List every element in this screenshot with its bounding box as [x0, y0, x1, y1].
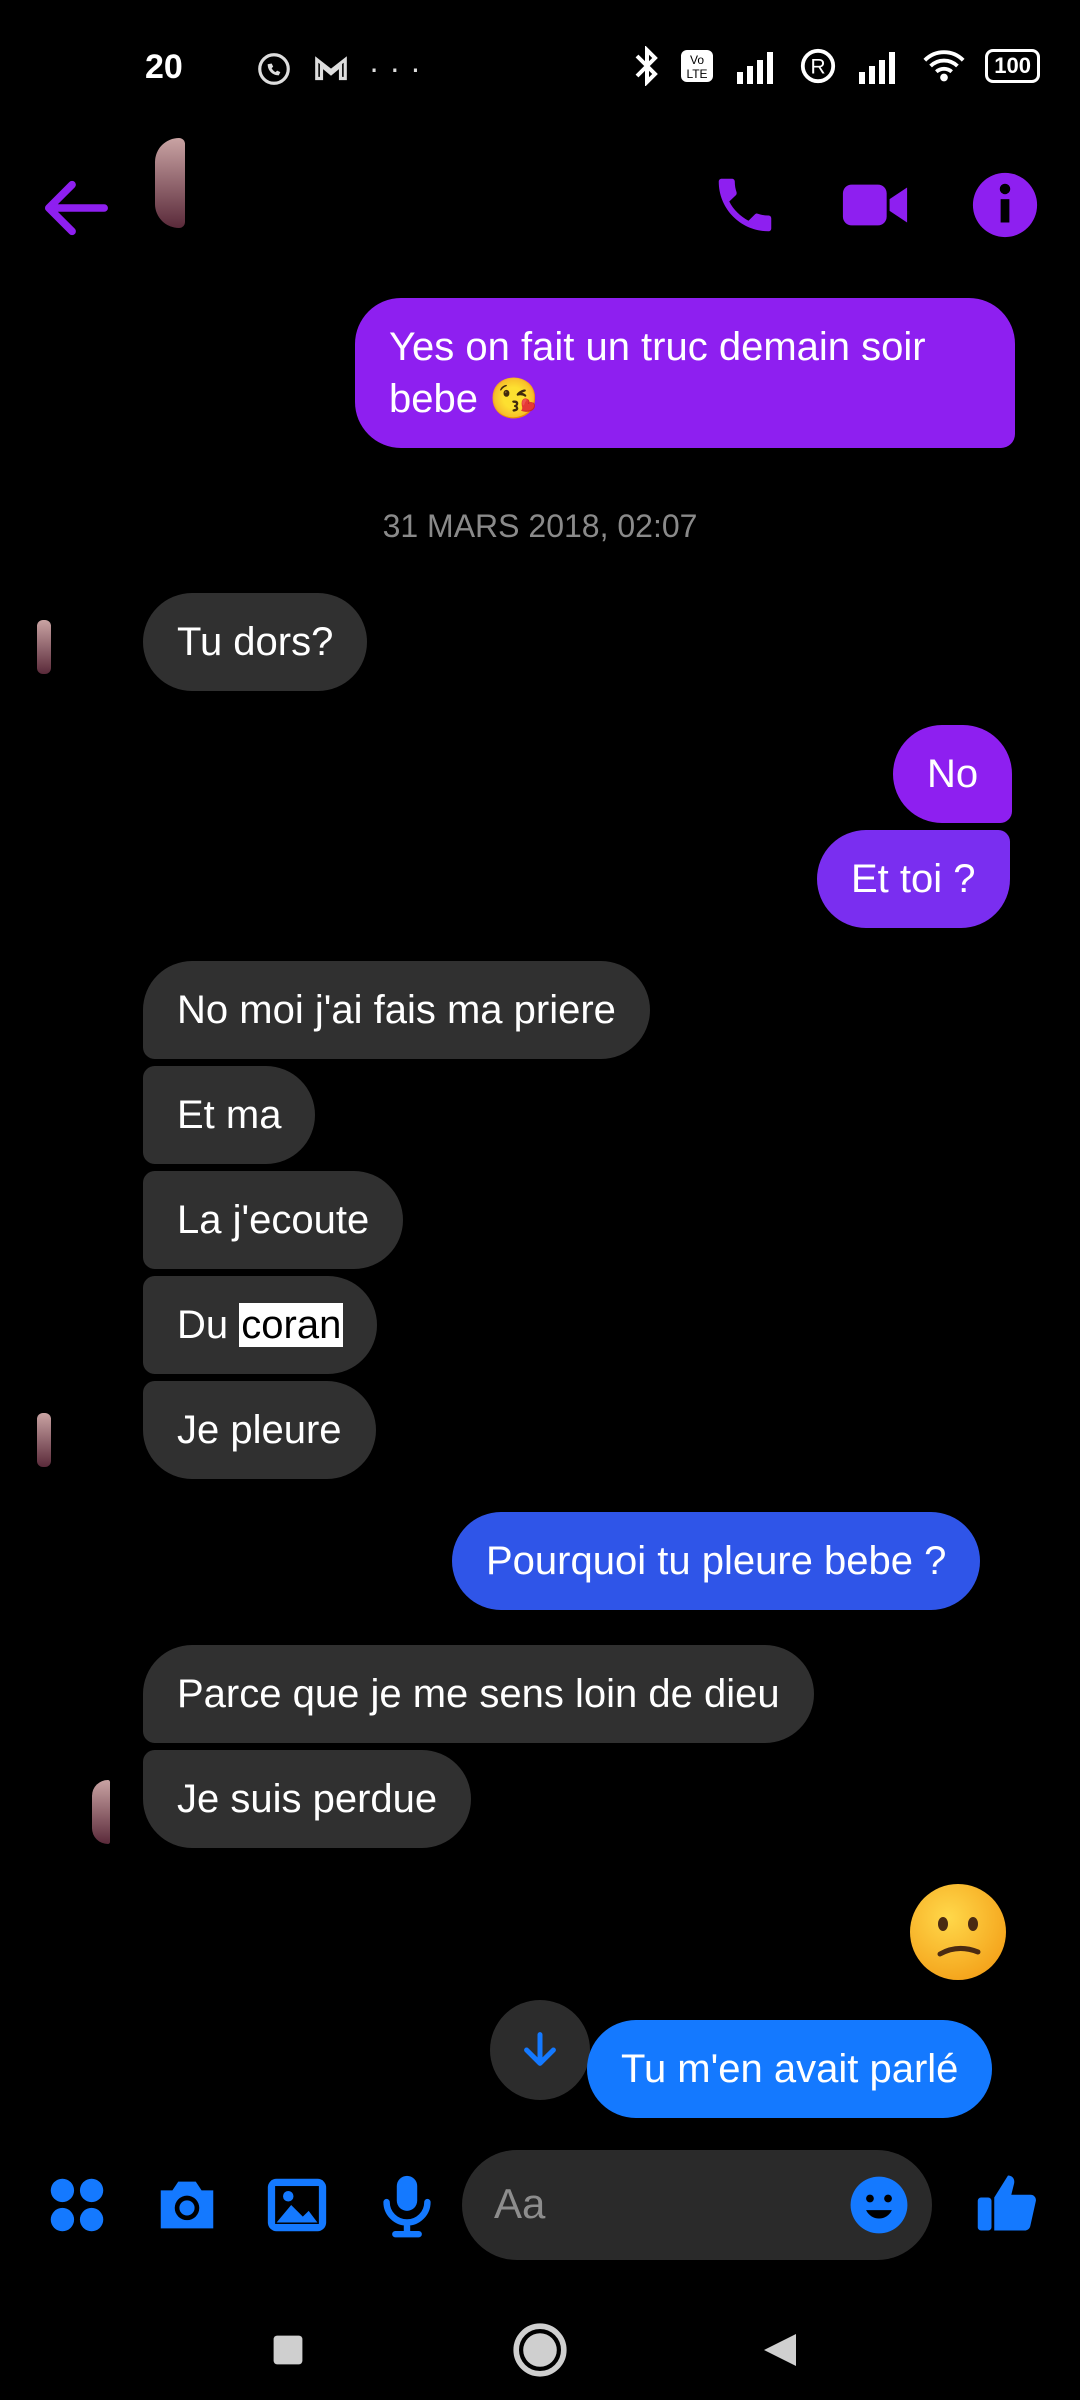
message-text: Tu dors? — [177, 620, 334, 664]
camera-icon[interactable] — [152, 2170, 222, 2240]
message-text: Pourquoi tu pleure bebe ? — [486, 1539, 947, 1583]
volte-icon: VoLTE — [681, 50, 714, 82]
gmail-icon — [315, 55, 347, 80]
message-text: No — [927, 752, 979, 796]
apps-icon[interactable] — [42, 2170, 112, 2240]
selected-text-highlight: coran — [239, 1303, 344, 1347]
gallery-icon[interactable] — [262, 2170, 332, 2240]
message-text: Yes on fait un truc demain soir bebe 😘 — [389, 325, 926, 421]
message-bubble-outgoing[interactable]: Yes on fait un truc demain soir bebe 😘 — [355, 298, 1015, 448]
message-text: Tu m'en avait parlé — [621, 2047, 959, 2091]
back-icon[interactable] — [760, 2330, 800, 2370]
message-text: Je pleure — [177, 1408, 342, 1452]
message-bubble-incoming[interactable]: Tu dors? — [143, 593, 368, 691]
confused-face-emoji[interactable] — [908, 1882, 1008, 1982]
message-text: Parce que je me sens loin de dieu — [177, 1672, 780, 1716]
message-bubble-outgoing[interactable]: Pourquoi tu pleure bebe ? — [452, 1512, 981, 1610]
message-bubble-incoming[interactable]: Je suis perdue — [143, 1750, 472, 1848]
date-separator: 31 MARS 2018, 02:07 — [382, 508, 698, 544]
bluetooth-icon — [635, 46, 659, 86]
message-text: Je suis perdue — [177, 1777, 438, 1821]
signal-icon — [859, 52, 896, 84]
wifi-icon — [923, 50, 965, 82]
message-bubble-outgoing[interactable]: No — [893, 725, 1013, 823]
roaming-icon: R — [801, 48, 836, 84]
signal-icon — [737, 52, 774, 84]
recents-icon[interactable] — [270, 2332, 306, 2368]
notification-icons: ··· — [245, 48, 431, 88]
header-actions — [710, 170, 1040, 240]
message-text: La j'ecoute — [177, 1198, 370, 1242]
svg-text:R: R — [811, 56, 826, 79]
message-bubble-incoming[interactable]: Du coran — [143, 1276, 378, 1374]
system-nav-bar — [0, 2280, 1080, 2400]
emoji-icon[interactable] — [848, 2174, 910, 2236]
message-bubble-incoming[interactable]: No moi j'ai fais ma priere — [143, 961, 650, 1059]
more-icon: ··· — [368, 50, 431, 87]
contact-avatar[interactable] — [155, 138, 185, 228]
contact-avatar — [37, 620, 51, 674]
status-bar: 20 ··· Vo LTE R 100 — [0, 0, 1080, 140]
message-bubble-incoming[interactable]: La j'ecoute — [143, 1171, 404, 1269]
status-time: 20 — [145, 48, 183, 86]
message-bubble-incoming[interactable]: Et ma — [143, 1066, 316, 1164]
home-icon[interactable] — [512, 2322, 568, 2378]
video-icon[interactable] — [840, 170, 910, 240]
contact-avatar — [37, 1413, 51, 1467]
message-bubble-outgoing[interactable]: Et toi ? — [817, 830, 1010, 928]
message-text: No moi j'ai fais ma priere — [177, 988, 616, 1032]
message-text: Et ma — [177, 1093, 282, 1137]
thumbs-up-icon[interactable] — [975, 2170, 1041, 2236]
back-arrow-icon[interactable] — [40, 178, 110, 238]
arrow-down-icon — [524, 2032, 556, 2066]
message-bubble-outgoing[interactable]: Tu m'en avait parlé — [587, 2020, 993, 2118]
mic-icon[interactable] — [372, 2170, 442, 2240]
message-text: Et toi ? — [851, 857, 976, 901]
whatsapp-icon — [258, 52, 290, 85]
message-input[interactable]: Aa — [462, 2150, 932, 2260]
message-bubble-incoming[interactable]: Je pleure — [143, 1381, 376, 1479]
composer-bar: Aa — [0, 2140, 1080, 2270]
phone-icon[interactable] — [710, 170, 780, 240]
svg-text:LTE: LTE — [687, 67, 708, 81]
battery-indicator: 100 — [985, 49, 1040, 83]
info-icon[interactable] — [970, 170, 1040, 240]
scroll-down-button[interactable] — [490, 2000, 590, 2100]
svg-text:Vo: Vo — [690, 53, 704, 67]
message-bubble-incoming[interactable]: Parce que je me sens loin de dieu — [143, 1645, 814, 1743]
status-right: Vo LTE R 100 — [633, 46, 1040, 86]
message-text: Du — [177, 1303, 240, 1347]
contact-avatar — [92, 1780, 110, 1844]
input-placeholder: Aa — [494, 2180, 546, 2227]
